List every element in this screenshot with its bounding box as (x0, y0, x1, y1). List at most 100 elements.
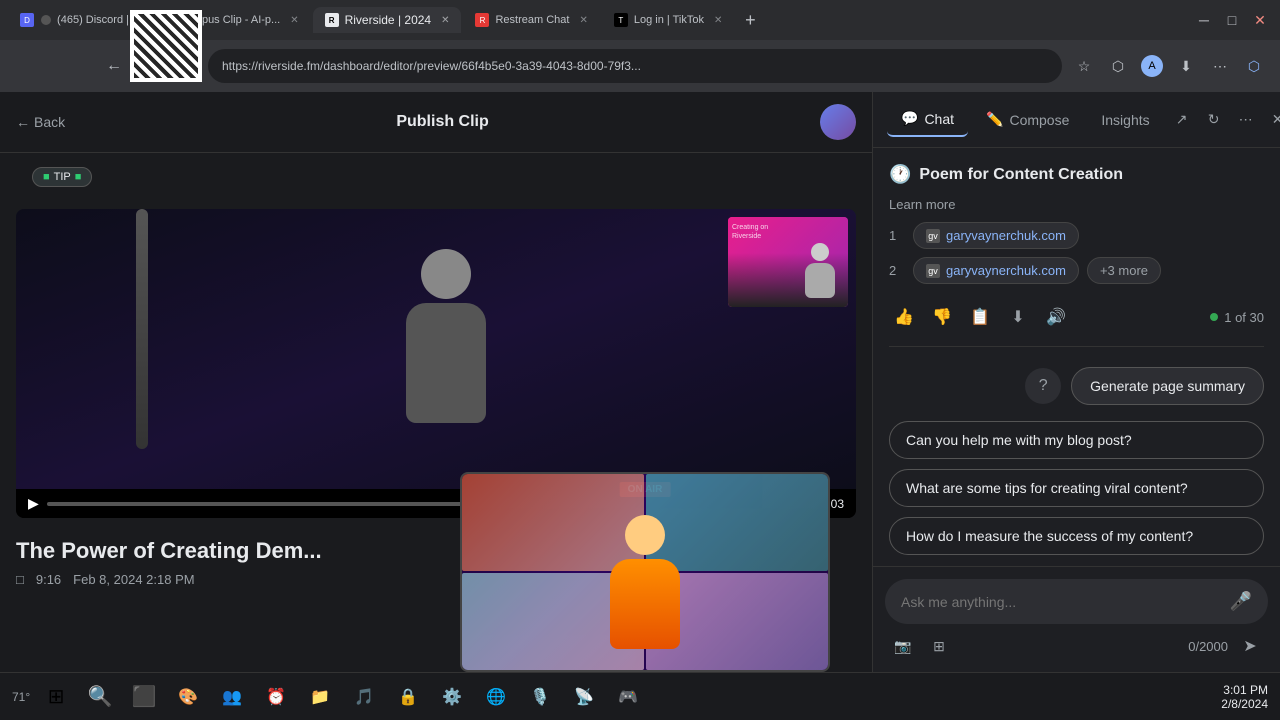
profile-icon[interactable]: A (1138, 52, 1166, 80)
tab-restream-close[interactable]: ✕ (579, 15, 587, 26)
url-text: https://riverside.fm/dashboard/editor/pr… (222, 59, 641, 73)
taskbar-date: 2/8/2024 (1221, 697, 1268, 711)
tab-riverside-close[interactable]: ✕ (441, 15, 449, 26)
tab-restream[interactable]: R Restream Chat ✕ (463, 7, 599, 33)
tab-compose[interactable]: ✏️ Compose (972, 103, 1083, 136)
taskbar-app-3[interactable]: ⚙️ (434, 679, 470, 715)
chat-panel: 💬 Chat ✏️ Compose Insights ↗ ↻ ⋯ ✕ 🕐 Po (872, 92, 1280, 672)
send-button[interactable]: ➤ (1236, 632, 1264, 660)
gamebar-button[interactable]: 🎮 (610, 679, 646, 715)
chat-icon: 💬 (901, 110, 918, 127)
volume-button[interactable]: 🔊 (1041, 302, 1071, 332)
source-num-2: 2 (889, 263, 905, 278)
browser-taskbar[interactable]: 🌐 (478, 679, 514, 715)
source-links: 1 gv garyvaynerchuk.com 2 gv garyvaynerc… (889, 222, 1264, 284)
timer-button[interactable]: ⏰ (258, 679, 294, 715)
qr-code (130, 10, 202, 82)
back-button[interactable]: ← Back (16, 114, 65, 130)
thumbs-up-button[interactable]: 👍 (889, 302, 919, 332)
mic-icon[interactable]: 🎤 (1230, 591, 1252, 612)
action-bar: 👍 👎 📋 ⬇ 🔊 1 of 30 (889, 298, 1264, 347)
source-url-2: garyvaynerchuk.com (946, 263, 1066, 278)
extension-icon[interactable]: ⬡ (1240, 52, 1268, 80)
extensions-icon[interactable]: ⬡ (1104, 52, 1132, 80)
tab-opus-label: Opus Clip - AI-p... (193, 14, 280, 26)
download-button[interactable]: ⬇ (1003, 302, 1033, 332)
chat-content: 🕐 Poem for Content Creation Learn more 1… (873, 148, 1280, 566)
back-label: Back (34, 114, 65, 130)
compose-icon: ✏️ (986, 111, 1003, 128)
chat-header-actions: ↗ ↻ ⋯ ✕ (1168, 106, 1280, 134)
refresh-icon[interactable]: ↻ (1200, 106, 1228, 134)
tab-riverside-label: Riverside | 2024 (345, 13, 432, 27)
colorpicker-button[interactable]: 🎨 (170, 679, 206, 715)
back-nav-button[interactable]: ← (100, 52, 128, 80)
chat-input[interactable] (901, 594, 1222, 610)
files-button[interactable]: 📁 (302, 679, 338, 715)
more-options-btn[interactable]: ⋯ (1232, 106, 1260, 134)
insights-tab-label: Insights (1101, 112, 1149, 128)
suggestion-measure-button[interactable]: How do I measure the success of my conte… (889, 517, 1264, 555)
tab-chat[interactable]: 💬 Chat (887, 102, 968, 137)
taskbar-time: 3:01 PM (1221, 683, 1268, 697)
close-window-button[interactable]: ✕ (1248, 8, 1272, 32)
editor-header: ← Back Publish Clip (0, 92, 872, 153)
source-favicon-1: gv (926, 229, 940, 243)
source-url-1: garyvaynerchuk.com (946, 228, 1066, 243)
copy-button[interactable]: 📋 (965, 302, 995, 332)
tiktok-favicon: T (614, 13, 628, 27)
temperature-badge: 71° (12, 690, 30, 704)
floating-video-overlay: ON AIR (460, 472, 830, 672)
chat-input-area: 🎤 📷 ⊞ 0/2000 ➤ (873, 566, 1280, 672)
overlay-thumbnail: Creating onRiverside (728, 217, 848, 307)
downloads-icon[interactable]: ⬇ (1172, 52, 1200, 80)
close-chat-button[interactable]: ✕ (1264, 106, 1280, 134)
suggestion-blog-button[interactable]: Can you help me with my blog post? (889, 421, 1264, 459)
discord-favicon: D (20, 13, 34, 27)
learn-more-label: Learn more (889, 197, 1264, 212)
taskbar-app-2[interactable]: 🔒 (390, 679, 426, 715)
minimize-button[interactable]: ─ (1192, 8, 1216, 32)
address-bar: ← → ↻ https://riverside.fm/dashboard/edi… (0, 40, 1280, 92)
screenshot-icon[interactable]: 📷 (889, 632, 917, 660)
generate-summary-button[interactable]: Generate page summary (1071, 367, 1264, 405)
clock-icon: 🕐 (889, 164, 911, 185)
browser-chrome: D (465) Discord | ✕ O Opus Clip - AI-p..… (0, 0, 1280, 92)
recording-button[interactable]: 🎙️ (522, 679, 558, 715)
suggestion-viral-button[interactable]: What are some tips for creating viral co… (889, 469, 1264, 507)
source-link-1[interactable]: gv garyvaynerchuk.com (913, 222, 1079, 249)
more-options-icon[interactable]: ⋯ (1206, 52, 1234, 80)
maximize-button[interactable]: □ (1220, 8, 1244, 32)
search-button[interactable]: 🔍 (82, 679, 118, 715)
tab-opus-close[interactable]: ✕ (290, 15, 298, 26)
region-select-icon[interactable]: ⊞ (925, 632, 953, 660)
tip-badge-inner: ■ TIP ■ (32, 167, 92, 187)
teams-button[interactable]: 👥 (214, 679, 250, 715)
new-tab-button[interactable]: + (736, 6, 764, 34)
taskbar-app-1[interactable]: 🎵 (346, 679, 382, 715)
source-link-2[interactable]: gv garyvaynerchuk.com (913, 257, 1079, 284)
count-label: 1 of 30 (1224, 310, 1264, 325)
streaming-button[interactable]: 📡 (566, 679, 602, 715)
source-favicon-2: gv (926, 264, 940, 278)
bookmark-icon[interactable]: ☆ (1070, 52, 1098, 80)
tab-tiktok-close[interactable]: ✕ (714, 15, 722, 26)
tab-insights[interactable]: Insights (1087, 104, 1163, 136)
char-count: 0/2000 (1188, 639, 1228, 654)
open-external-icon[interactable]: ↗ (1168, 106, 1196, 134)
tab-riverside[interactable]: R Riverside | 2024 ✕ (313, 7, 462, 33)
summary-header: 🕐 Poem for Content Creation (889, 164, 1264, 185)
content-date: Feb 8, 2024 2:18 PM (73, 572, 194, 587)
thumbs-down-button[interactable]: 👎 (927, 302, 957, 332)
taskview-button[interactable]: ⬛ (126, 679, 162, 715)
chat-tabs: 💬 Chat ✏️ Compose Insights ↗ ↻ ⋯ ✕ (873, 92, 1280, 148)
play-pause-icon[interactable]: ▶ (28, 495, 39, 512)
start-button[interactable]: ⊞ (38, 679, 74, 715)
source-item-2: 2 gv garyvaynerchuk.com +3 more (889, 257, 1264, 284)
tip-label: TIP (54, 171, 71, 183)
url-bar[interactable]: https://riverside.fm/dashboard/editor/pr… (208, 49, 1062, 83)
riverside-favicon: R (325, 13, 339, 27)
more-sources-button[interactable]: +3 more (1087, 257, 1161, 284)
tab-tiktok[interactable]: T Log in | TikTok ✕ (602, 7, 735, 33)
window-controls: ─ □ ✕ (1192, 8, 1272, 32)
